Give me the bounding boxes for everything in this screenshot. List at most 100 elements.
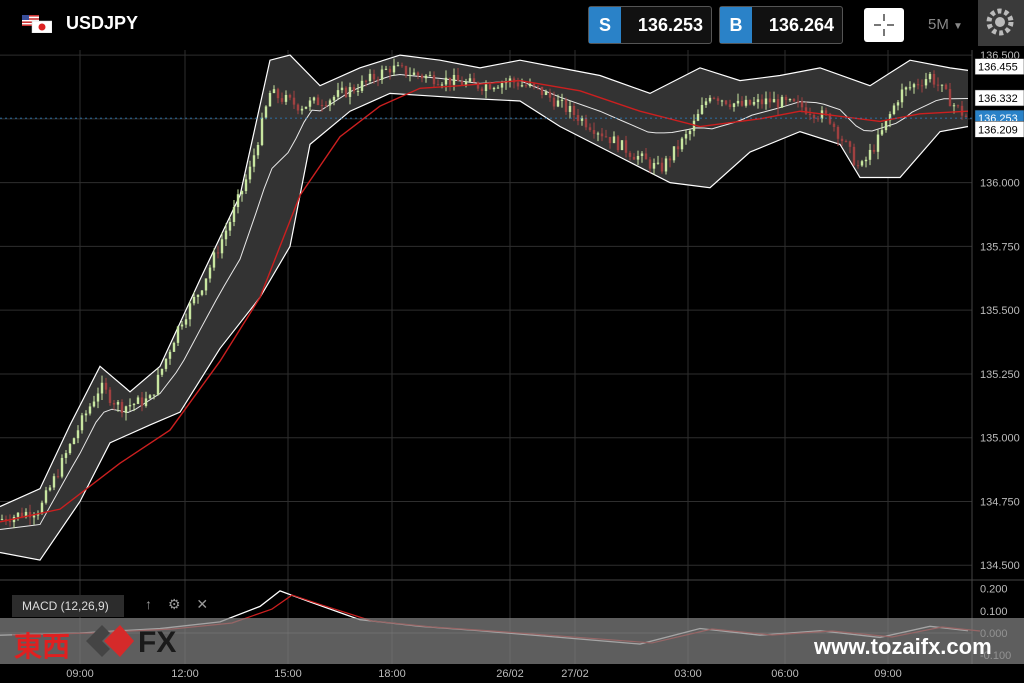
price-label-text: 136.455 — [978, 62, 1018, 74]
arrow-up-icon[interactable]: ↑ — [145, 596, 152, 612]
candle-body — [928, 73, 932, 80]
candle-body — [780, 96, 784, 108]
candle-body — [572, 106, 576, 116]
candle-body — [652, 163, 656, 169]
candle-body — [220, 239, 224, 254]
x-tick-label: 18:00 — [378, 668, 406, 680]
candle-body — [712, 97, 716, 99]
indicator-lines — [0, 79, 969, 523]
candle-body — [56, 476, 60, 478]
candle-body — [384, 68, 388, 70]
candle-body — [740, 100, 744, 106]
x-tick-label: 15:00 — [274, 668, 302, 680]
candle-body — [964, 115, 968, 118]
candle-body — [704, 101, 708, 106]
candle-body — [76, 430, 80, 439]
candle-body — [912, 84, 916, 88]
y-tick-label: 134.500 — [980, 560, 1020, 572]
candle-body — [88, 406, 92, 414]
x-tick-label: 09:00 — [66, 668, 94, 680]
candle-body — [908, 87, 912, 89]
candle-body — [668, 158, 672, 161]
candle-body — [180, 324, 184, 327]
candle-body — [236, 194, 240, 208]
y-tick-label: 135.500 — [980, 305, 1020, 317]
macd-indicator-label[interactable]: MACD (12,26,9) — [12, 595, 124, 617]
candle-body — [768, 98, 772, 103]
candle-body — [296, 104, 300, 111]
logo-chevron-icon — [86, 625, 134, 657]
candle-body — [728, 104, 732, 108]
candle-body — [392, 65, 396, 73]
candle-body — [412, 72, 416, 75]
candle-body — [348, 87, 352, 97]
candle-body — [568, 106, 572, 112]
candle-body — [612, 136, 616, 144]
candle-body — [492, 87, 496, 90]
candle-body — [380, 69, 384, 80]
candle-body — [872, 149, 876, 152]
candle-body — [892, 105, 896, 115]
candle-body — [696, 113, 700, 121]
candle-body — [92, 401, 96, 407]
candle-body — [632, 156, 636, 160]
candle-body — [536, 85, 540, 87]
candle-body — [264, 106, 268, 118]
candle-body — [476, 82, 480, 89]
y-tick-label: 135.750 — [980, 241, 1020, 253]
candle-body — [448, 77, 452, 85]
candle-body — [524, 85, 528, 87]
candle-body — [404, 65, 408, 76]
candle-body — [624, 140, 628, 153]
candle-body — [444, 77, 448, 85]
candle-body — [640, 153, 644, 156]
candle-body — [868, 149, 872, 160]
candle-body — [584, 118, 588, 128]
logo-kanji: 東西 — [14, 630, 71, 663]
candle-body — [684, 134, 688, 139]
candle-body — [548, 92, 552, 98]
candle-body — [0, 518, 4, 520]
candle-body — [316, 97, 320, 106]
candle-body — [940, 84, 944, 86]
candle-body — [944, 84, 948, 90]
candle-body — [836, 126, 840, 139]
candle-body — [364, 80, 368, 82]
candle-body — [676, 146, 680, 150]
candle-body — [116, 402, 120, 405]
candle-body — [440, 84, 444, 86]
candle-body — [240, 191, 244, 195]
candle-body — [772, 99, 776, 103]
y-tick-label: 135.250 — [980, 369, 1020, 381]
candle-body — [224, 230, 228, 240]
candle-body — [124, 406, 128, 413]
candle-body — [276, 89, 280, 99]
candle-body — [916, 84, 920, 86]
candle-body — [936, 84, 940, 86]
candle-body — [756, 99, 760, 102]
website-url: www.tozaifx.com — [814, 634, 992, 659]
candle-body — [196, 294, 200, 297]
candle-body — [204, 278, 208, 291]
candle-body — [408, 74, 412, 76]
candle-body — [748, 99, 752, 105]
candle-body — [172, 342, 176, 352]
candle-body — [532, 83, 536, 86]
close-icon[interactable]: ✕ — [196, 596, 208, 612]
candle-body — [44, 490, 48, 503]
candle-body — [680, 138, 684, 150]
candle-body — [932, 73, 936, 85]
price-chart[interactable]: 134.500 134.750 135.000 135.250 135.500 135.7… — [0, 0, 1024, 683]
candle-body — [8, 521, 12, 523]
candle-body — [292, 97, 296, 105]
candle-body — [80, 415, 84, 431]
candle-body — [160, 368, 164, 375]
y-tick-label: 136.000 — [980, 178, 1020, 190]
candle-body — [460, 81, 464, 86]
candle-body — [368, 73, 372, 82]
candle-body — [468, 78, 472, 82]
candle-body — [496, 87, 500, 89]
candle-body — [188, 303, 192, 320]
gear-icon[interactable]: ⚙ — [168, 596, 181, 612]
candle-body — [644, 153, 648, 160]
